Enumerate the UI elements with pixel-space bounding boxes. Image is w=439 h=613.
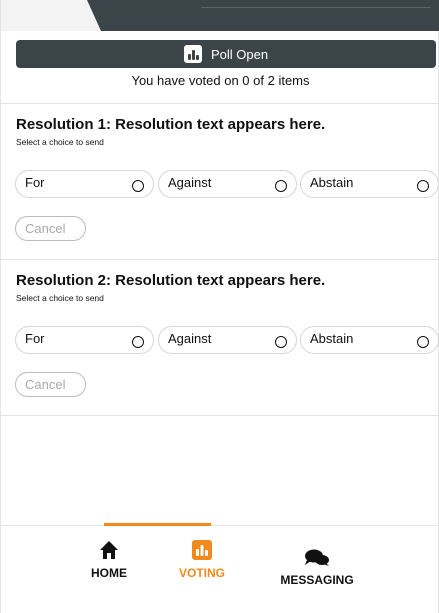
poll-status-bar: Poll Open — [16, 40, 436, 68]
resolution-1-choice-against[interactable]: Against — [158, 170, 297, 198]
resolution-2-choice-abstain[interactable]: Abstain — [300, 326, 439, 354]
resolution-2-subtitle: Select a choice to send — [16, 293, 104, 303]
chat-bubbles-icon — [305, 549, 329, 566]
divider — [1, 259, 439, 260]
resolution-1-choice-for[interactable]: For — [15, 170, 154, 198]
nav-home-label: HOME — [91, 566, 127, 580]
nav-home[interactable]: HOME — [84, 540, 134, 580]
divider — [1, 415, 439, 416]
radio-circle-icon — [132, 336, 144, 348]
voting-chart-icon — [192, 540, 212, 560]
choice-label: Against — [168, 331, 212, 346]
resolution-1-title: Resolution 1: Resolution text appears he… — [16, 116, 326, 133]
nav-messaging-label: MESSAGING — [280, 573, 354, 587]
nav-top-border — [1, 525, 439, 526]
choice-label: Against — [168, 175, 212, 190]
resolution-1-choice-abstain[interactable]: Abstain — [300, 170, 439, 198]
nav-voting-label: VOTING — [178, 566, 225, 580]
top-banner-line — [201, 7, 431, 8]
choice-label: Abstain — [310, 331, 354, 346]
top-banner — [1, 0, 439, 31]
nav-active-indicator — [104, 523, 211, 526]
divider — [1, 103, 439, 104]
home-icon — [100, 541, 118, 559]
radio-circle-icon — [275, 180, 287, 192]
nav-messaging[interactable]: MESSAGING — [273, 549, 361, 587]
top-banner-dark-shape — [87, 0, 439, 31]
resolution-2-title: Resolution 2: Resolution text appears he… — [16, 272, 326, 289]
resolution-1-cancel-button[interactable]: Cancel — [15, 216, 86, 241]
radio-circle-icon — [275, 336, 287, 348]
radio-circle-icon — [132, 180, 144, 192]
nav-voting[interactable]: VOTING — [171, 540, 233, 580]
radio-circle-icon — [417, 336, 429, 348]
choice-label: For — [25, 331, 45, 346]
app-frame: Poll Open You have voted on 0 of 2 items… — [0, 0, 439, 613]
choice-label: For — [25, 175, 45, 190]
resolution-1-subtitle: Select a choice to send — [16, 137, 104, 147]
resolution-2-choice-against[interactable]: Against — [158, 326, 297, 354]
radio-circle-icon — [417, 180, 429, 192]
choice-label: Abstain — [310, 175, 354, 190]
voted-progress-text: You have voted on 0 of 2 items — [131, 73, 310, 88]
poll-status-label: Poll Open — [210, 46, 269, 62]
resolution-2-cancel-button[interactable]: Cancel — [15, 372, 86, 397]
resolution-2-choice-for[interactable]: For — [15, 326, 154, 354]
poll-chart-icon — [183, 45, 202, 63]
